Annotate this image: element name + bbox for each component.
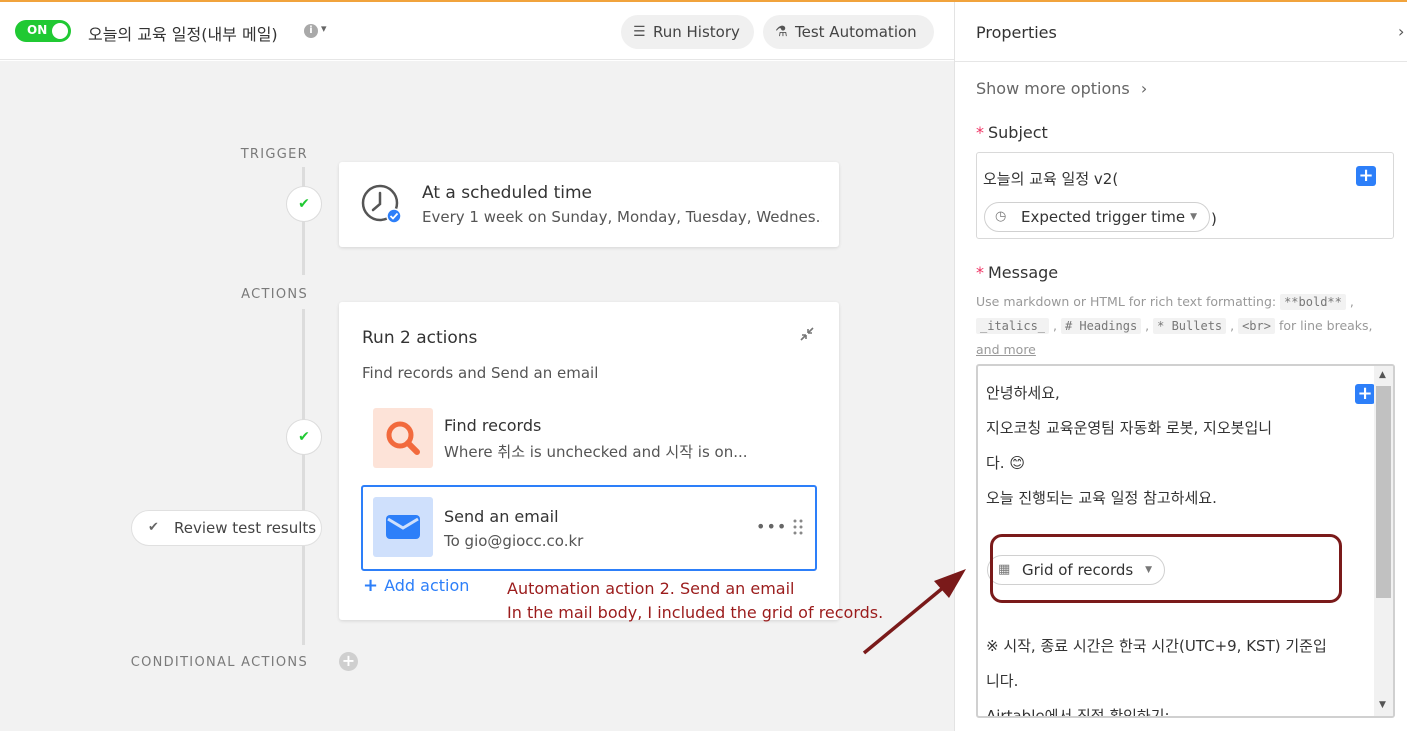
flask-icon: ⚗ <box>775 24 788 40</box>
panel-header: Properties › <box>955 2 1407 62</box>
add-conditional-action-icon[interactable]: + <box>339 652 358 671</box>
trigger-subtitle: Every 1 week on Sunday, Monday, Tuesday,… <box>422 208 822 226</box>
message-line: 다. 😊 <box>986 452 1025 473</box>
send-email-thumb <box>373 497 433 557</box>
message-line: ※ 시작, 종료 시간은 한국 시간(UTC+9, KST) 기준입 <box>986 637 1327 655</box>
scroll-down-icon[interactable]: ▼ <box>1379 700 1386 710</box>
find-records-subtitle: Where 취소 is unchecked and 시작 is on... <box>444 443 748 461</box>
toggle-knob <box>52 23 68 39</box>
subject-field[interactable]: 오늘의 교육 일정 v2( + ◷ Expected trigger time … <box>976 152 1394 239</box>
actions-section-label: ACTIONS <box>241 287 308 302</box>
scroll-up-icon[interactable]: ▲ <box>1379 370 1386 380</box>
action-find-records[interactable]: Find records Where 취소 is unchecked and 시… <box>361 398 817 478</box>
required-marker: * <box>976 263 984 282</box>
message-scrollbar[interactable]: ▲ ▼ <box>1374 366 1393 716</box>
send-email-title: Send an email <box>444 507 559 526</box>
message-line: 지오코칭 교육운영팀 자동화 로봇, 지오봇입니 <box>986 419 1273 437</box>
chevron-down-icon: ▼ <box>1190 212 1197 222</box>
message-label-text: Message <box>988 263 1059 282</box>
actions-success-check-icon: ✔ <box>286 419 322 455</box>
chevron-down-icon[interactable]: ▾ <box>321 22 327 35</box>
collapse-icon[interactable] <box>799 326 815 342</box>
clock-icon: ◷ <box>995 209 1007 224</box>
info-icon[interactable]: i <box>304 24 318 38</box>
test-automation-button[interactable]: ⚗ Test Automation <box>763 15 934 49</box>
list-icon: ☰ <box>633 24 646 40</box>
envelope-icon <box>386 515 420 539</box>
send-email-subtitle: To gio@giocc.co.kr <box>444 532 584 550</box>
actions-card[interactable]: Run 2 actions Find records and Send an e… <box>339 302 839 620</box>
message-line: 니다. <box>986 672 1019 690</box>
smile-emoji-icon: 😊 <box>1009 454 1025 472</box>
action-send-email[interactable]: Send an email To gio@giocc.co.kr ••• <box>361 485 817 571</box>
drag-handle-icon[interactable] <box>793 519 803 535</box>
hint-code-bold: **bold** <box>1280 294 1346 310</box>
chevron-right-icon: › <box>1140 79 1148 98</box>
hint-code-br: <br> <box>1238 318 1275 334</box>
find-records-thumb <box>373 408 433 468</box>
timeline-line <box>302 309 305 645</box>
search-icon <box>386 421 420 455</box>
message-line: 안녕하세요, <box>986 384 1060 402</box>
add-action-button[interactable]: + Add action <box>363 575 469 596</box>
app-window: ON 오늘의 교육 일정(내부 메일) i ▾ ☰ Run History ⚗ … <box>0 0 1407 731</box>
find-records-title: Find records <box>444 416 542 435</box>
hint-suffix: for line breaks, <box>1278 318 1373 333</box>
add-action-label: Add action <box>384 576 470 595</box>
chevron-right-icon[interactable]: › <box>1398 22 1404 41</box>
and-more-link[interactable]: and more <box>976 342 1036 357</box>
show-more-options-label: Show more options <box>976 79 1130 98</box>
subject-label-text: Subject <box>988 123 1048 142</box>
plus-icon: + <box>363 575 379 596</box>
annotation-line-2: In the mail body, I included the grid of… <box>507 603 884 622</box>
message-label: * Message <box>976 263 1058 282</box>
automation-toolbar: ON 오늘의 교육 일정(내부 메일) i ▾ ☰ Run History ⚗ … <box>0 2 954 60</box>
scroll-thumb[interactable] <box>1376 386 1391 598</box>
actions-card-title: Run 2 actions <box>362 328 478 348</box>
test-automation-label: Test Automation <box>795 23 917 41</box>
hint-code-bullets: * Bullets <box>1153 318 1227 334</box>
run-history-button[interactable]: ☰ Run History <box>621 15 754 49</box>
trigger-title: At a scheduled time <box>422 183 593 203</box>
hint-code-headings: # Headings <box>1060 318 1142 334</box>
message-field[interactable]: 안녕하세요, 지오코칭 교육운영팀 자동화 로봇, 지오봇입니 다. 😊 오늘 … <box>976 364 1395 718</box>
conditional-actions-label: CONDITIONAL ACTIONS <box>130 655 308 670</box>
trigger-card[interactable]: At a scheduled time Every 1 week on Sund… <box>339 162 839 247</box>
annotation-text: Automation action 2. Send an email In th… <box>507 577 883 625</box>
properties-panel: Properties › Show more options › * Subjec… <box>954 2 1407 731</box>
automation-on-toggle[interactable]: ON <box>15 20 71 42</box>
insert-token-button[interactable]: + <box>1355 384 1375 404</box>
panel-title: Properties <box>976 23 1057 42</box>
markdown-hint: Use markdown or HTML for rich text forma… <box>976 294 1373 357</box>
run-history-label: Run History <box>653 23 740 41</box>
trigger-success-check-icon: ✔ <box>286 186 322 222</box>
trigger-section-label: TRIGGER <box>240 147 308 162</box>
more-options-icon[interactable]: ••• <box>756 517 787 536</box>
annotation-line-1: Automation action 2. Send an email <box>507 579 795 598</box>
token-label: Expected trigger time <box>1021 208 1186 226</box>
message-line: Airtable에서 직접 확인하기: <box>986 707 1170 718</box>
automation-title[interactable]: 오늘의 교육 일정(내부 메일) <box>88 21 278 45</box>
review-test-results-button[interactable]: ✔ Review test results <box>131 510 322 546</box>
show-more-options-link[interactable]: Show more options › <box>976 79 1147 98</box>
message-line-text: 다. <box>986 454 1005 472</box>
required-marker: * <box>976 123 984 142</box>
workflow-canvas: TRIGGER ACTIONS CONDITIONAL ACTIONS ✔ ✔ … <box>0 61 954 731</box>
clock-icon <box>361 184 401 224</box>
subject-text: 오늘의 교육 일정 v2( <box>983 170 1119 188</box>
annotation-highlight-box <box>990 534 1342 603</box>
toggle-label: ON <box>27 23 48 37</box>
insert-token-button[interactable]: + <box>1356 166 1376 186</box>
hint-code-italics: _italics_ <box>976 318 1050 334</box>
subject-text-after: ) <box>1211 210 1217 228</box>
message-line: 오늘 진행되는 교육 일정 참고하세요. <box>986 489 1217 507</box>
subject-label: * Subject <box>976 123 1048 142</box>
hint-prefix: Use markdown or HTML for rich text forma… <box>976 294 1277 309</box>
check-icon: ✔ <box>148 520 159 535</box>
expected-trigger-time-token[interactable]: ◷ Expected trigger time ▼ <box>984 202 1210 232</box>
review-test-results-label: Review test results <box>174 519 317 537</box>
actions-card-subtitle: Find records and Send an email <box>362 364 599 382</box>
